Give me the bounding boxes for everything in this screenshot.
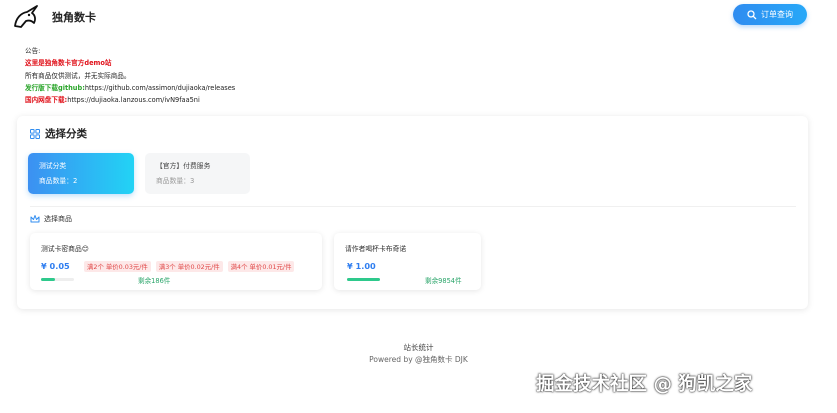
category-section-label: 选择分类 (45, 128, 87, 140)
wholesale-tags: 满2个 单价0.03元/件 满3个 单价0.02元/件 满4个 单价0.01元/… (84, 261, 295, 272)
category-count: 商品数量：3 (156, 177, 195, 185)
shop-card: 选择分类 测试分类 商品数量：2 【官方】付费服务 商品数量：3 选择商品 测试… (17, 116, 808, 309)
wholesale-tag: 满2个 单价0.03元/件 (84, 261, 151, 272)
order-query-label: 订单查询 (761, 10, 793, 19)
goods-name: 请作者喝杯卡布奇诺 (345, 245, 407, 253)
github-link[interactable]: https://github.com/assimon/dujiaoka/rele… (85, 84, 235, 92)
watermark: 掘金技术社区 @ 狗凯之家 (536, 374, 753, 395)
stock-bar-fill (41, 278, 55, 281)
category-paid-service[interactable]: 【官方】付费服务 商品数量：3 (145, 153, 250, 194)
wholesale-tag: 满4个 单价0.01元/件 (227, 261, 295, 272)
stock-bar (41, 278, 74, 281)
header: 独角数卡 订单查询 (0, 0, 837, 34)
stock-text: 剩余186件 (138, 277, 171, 285)
grid-icon (30, 128, 40, 139)
announcement-line-test: 所有商品仅供测试，并无实际商品。 (25, 71, 131, 80)
footer-powered-by: Powered by @独角数卡 DJK (369, 355, 468, 364)
goods-section-title: 选择商品 (30, 214, 72, 224)
order-query-button[interactable]: 订单查询 (733, 4, 807, 25)
goods-price: ¥ 0.05 (41, 261, 70, 271)
announcement-title: 公告: (25, 47, 41, 55)
goods-card-cappuccino[interactable]: 请作者喝杯卡布奇诺 ¥ 1.00 剩余9854件 (334, 233, 481, 290)
unicorn-logo-icon[interactable] (12, 4, 42, 30)
announcement-line-demo: 这里是独角数卡官方demo站 (25, 59, 112, 68)
goods-name: 测试卡密商品😊 (41, 245, 89, 253)
category-count: 商品数量：2 (39, 177, 78, 185)
section-divider (30, 206, 796, 207)
goods-section-label: 选择商品 (44, 215, 72, 223)
site-title[interactable]: 独角数卡 (52, 9, 96, 25)
goods-price: ¥ 1.00 (347, 261, 376, 271)
announcement-line-github: 发行版下载github:https://github.com/assimon/d… (25, 82, 235, 94)
category-test[interactable]: 测试分类 商品数量：2 (28, 153, 134, 194)
github-label: 发行版下载github: (25, 83, 85, 92)
search-icon (747, 9, 757, 19)
announcement: 公告: 这里是独角数卡官方demo站 所有商品仅供测试，并无实际商品。 发行版下… (25, 45, 235, 106)
lanzous-link[interactable]: https://dujiaoka.lanzous.com/ivN9faa5ni (67, 96, 200, 104)
wholesale-tag: 满3个 单价0.02元/件 (155, 261, 223, 272)
goods-card-test-card[interactable]: 测试卡密商品😊 ¥ 0.05 满2个 单价0.03元/件 满3个 单价0.02元… (30, 233, 322, 290)
category-section-title: 选择分类 (30, 126, 87, 141)
stock-bar (347, 278, 380, 281)
stock-bar-fill (347, 278, 380, 281)
stock-text: 剩余9854件 (425, 277, 462, 285)
crown-icon (30, 215, 40, 223)
announcement-line-lanzous: 国内网盘下载:https://dujiaoka.lanzous.com/ivN9… (25, 94, 235, 106)
footer-stats-link[interactable]: 站长统计 (0, 342, 837, 353)
lanzous-label: 国内网盘下载: (25, 96, 68, 105)
category-name: 【官方】付费服务 (156, 162, 211, 170)
category-name: 测试分类 (39, 162, 67, 170)
